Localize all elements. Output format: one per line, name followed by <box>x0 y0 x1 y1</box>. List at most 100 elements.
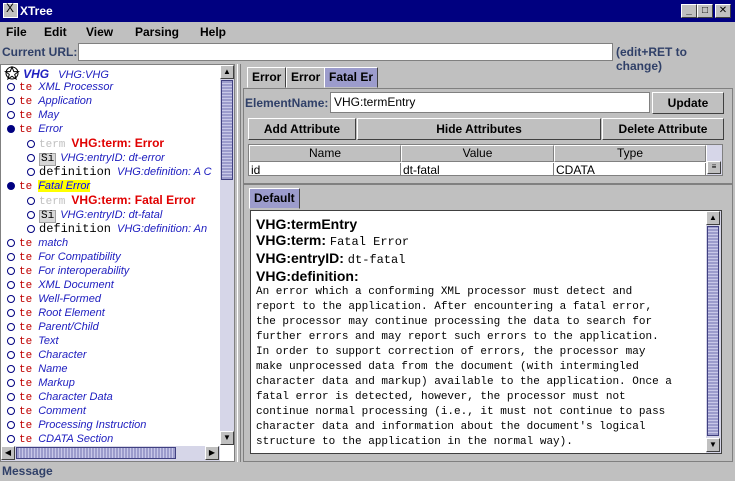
scroll-down-icon[interactable]: ▼ <box>220 431 234 445</box>
tree-node-icon[interactable] <box>7 337 15 345</box>
tree-node-icon[interactable] <box>7 435 15 443</box>
tree-node-icon[interactable] <box>7 125 15 133</box>
delete-attribute-button[interactable]: Delete Attribute <box>602 118 724 140</box>
tree-node-icon[interactable] <box>27 224 35 233</box>
tree-node-icon[interactable] <box>7 83 15 91</box>
tree-item[interactable]: te CDATA Section <box>7 432 113 446</box>
tree-node-icon[interactable] <box>7 323 15 331</box>
minimize-button[interactable]: _ <box>681 4 697 18</box>
tree-node-icon[interactable] <box>27 210 35 219</box>
tree-item[interactable]: te Text <box>7 334 59 348</box>
update-button[interactable]: Update <box>652 92 724 114</box>
tree-node-icon[interactable] <box>7 379 15 387</box>
tree-item[interactable]: term VHG:term: Error <box>27 136 164 151</box>
doc-term-row: VHG:term: Fatal Error <box>256 232 721 250</box>
tree-node-icon[interactable] <box>7 393 15 401</box>
tree-item-label: For interoperability <box>38 265 130 277</box>
doc-scroll-down-icon[interactable]: ▼ <box>706 438 720 452</box>
col-header-value[interactable]: Value <box>401 145 554 162</box>
tree-item[interactable]: term VHG:term: Fatal Error <box>27 193 195 208</box>
scroll-up-icon[interactable]: ▲ <box>220 65 234 79</box>
tree-node-icon[interactable] <box>7 365 15 373</box>
tree-item[interactable]: te Fatal Error <box>7 179 91 193</box>
menu-view[interactable]: View <box>86 25 113 39</box>
attr-cell-type[interactable]: CDATA <box>554 163 706 175</box>
col-header-type[interactable]: Type <box>554 145 706 162</box>
add-attribute-button[interactable]: Add Attribute <box>248 118 356 140</box>
tab-fatal-error[interactable]: Fatal Er <box>324 67 379 88</box>
attribute-table[interactable]: Name Value Type id dt-fatal CDATA ≡ <box>248 144 723 176</box>
tree-item[interactable]: te Well-Formed <box>7 292 101 306</box>
tree-node-icon[interactable] <box>27 197 35 205</box>
menu-help[interactable]: Help <box>200 25 226 39</box>
tab-error-1[interactable]: Error <box>247 67 287 88</box>
close-button[interactable]: ✕ <box>715 4 731 18</box>
tree-node-icon[interactable] <box>7 351 15 359</box>
tree-node-icon[interactable] <box>27 167 35 176</box>
tree-node-icon[interactable] <box>7 111 15 119</box>
tree-item[interactable]: te Character <box>7 348 87 362</box>
col-header-name[interactable]: Name <box>249 145 401 162</box>
tree-item[interactable]: te Character Data <box>7 390 113 404</box>
tree-node-icon[interactable] <box>7 421 15 429</box>
tree-node-icon[interactable] <box>7 253 15 261</box>
tree-item[interactable]: Si VHG:entryID: dt-fatal <box>27 208 162 223</box>
hide-attributes-button[interactable]: Hide Attributes <box>357 118 601 140</box>
menu-edit[interactable]: Edit <box>44 25 67 39</box>
menu-parsing[interactable]: Parsing <box>135 25 179 39</box>
tree-node-icon[interactable] <box>7 267 15 275</box>
tree-hscroll-thumb[interactable] <box>16 447 176 459</box>
tree-node-icon[interactable] <box>27 153 35 162</box>
tree-root[interactable]: VHG VHG:VHG <box>3 65 109 81</box>
maximize-button[interactable]: □ <box>697 4 713 18</box>
tree-item[interactable]: te Markup <box>7 376 75 390</box>
tree-node-icon[interactable] <box>7 407 15 415</box>
tree-node-icon[interactable] <box>7 281 15 289</box>
attr-cell-value[interactable]: dt-fatal <box>401 163 554 175</box>
tree-item[interactable]: te Application <box>7 94 92 108</box>
tree-node-icon[interactable] <box>7 239 15 247</box>
tab-error-2[interactable]: Error <box>286 67 326 88</box>
scroll-right-icon[interactable]: ▶ <box>205 446 219 460</box>
tree-item[interactable]: te Parent/Child <box>7 320 99 334</box>
doc-vscrollbar[interactable]: ▲ ▼ <box>706 211 721 453</box>
tree-item[interactable]: te XML Processor <box>7 80 113 94</box>
tree-item-label: Character <box>38 349 87 361</box>
tree-item[interactable]: definition VHG:definition: A C <box>27 165 212 180</box>
doc-vscroll-thumb[interactable] <box>707 226 719 436</box>
tree-node-icon[interactable] <box>7 309 15 317</box>
tree-item[interactable]: te Processing Instruction <box>7 418 146 432</box>
tree-node-icon[interactable] <box>7 295 15 303</box>
tree-item[interactable]: te For interoperability <box>7 264 129 278</box>
url-input[interactable] <box>78 43 613 61</box>
tree-node-icon[interactable] <box>27 140 35 148</box>
tree-item[interactable]: te Comment <box>7 404 86 418</box>
tree-item[interactable]: te May <box>7 108 59 122</box>
element-name-input[interactable]: VHG:termEntry <box>330 92 650 113</box>
menu-file[interactable]: File <box>6 25 27 39</box>
document-view[interactable]: VHG:termEntry VHG:term: Fatal Error VHG:… <box>250 210 722 454</box>
tree-node-icon[interactable] <box>7 182 15 190</box>
tree-item[interactable]: te XML Document <box>7 278 114 292</box>
tree-item[interactable]: Si VHG:entryID: dt-error <box>27 151 165 166</box>
tree-panel[interactable]: VHG VHG:VHG te XML Processor te Application… <box>0 64 235 462</box>
tree-node-icon[interactable] <box>7 97 15 105</box>
scroll-left-icon[interactable]: ◀ <box>1 446 15 460</box>
status-message: Message <box>2 464 53 478</box>
tree-item[interactable]: te match <box>7 236 68 250</box>
tree-item[interactable]: te Name <box>7 362 68 376</box>
tree-item-tag: te <box>19 350 33 362</box>
tree-item[interactable]: te Root Element <box>7 306 105 320</box>
split-divider[interactable] <box>237 64 241 462</box>
tree-item[interactable]: te Error <box>7 122 63 136</box>
attr-scroll-icon[interactable]: ≡ <box>707 161 721 174</box>
attr-vscrollbar[interactable]: ≡ <box>707 145 722 175</box>
tree-hscrollbar[interactable]: ◀ ▶ <box>1 446 220 461</box>
tree-item[interactable]: definition VHG:definition: An <box>27 222 207 237</box>
tab-default[interactable]: Default <box>249 188 300 209</box>
tree-item[interactable]: te For Compatibility <box>7 250 121 264</box>
tree-vscrollbar[interactable]: ▲ ▼ <box>220 65 234 445</box>
attr-cell-name[interactable]: id <box>249 163 401 175</box>
doc-scroll-up-icon[interactable]: ▲ <box>706 211 720 225</box>
tree-vscroll-thumb[interactable] <box>221 80 233 180</box>
